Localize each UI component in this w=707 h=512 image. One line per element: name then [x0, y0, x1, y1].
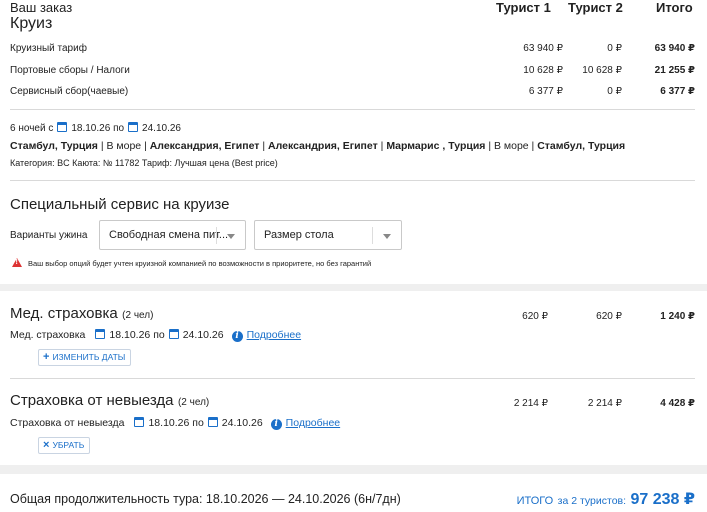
section-title: Круиз	[10, 15, 53, 32]
date-from: 18.10.26	[71, 123, 111, 134]
remove-button[interactable]: × УБРАТЬ	[38, 437, 91, 454]
dinner-select[interactable]: Свободная смена пит...	[99, 220, 246, 250]
row-label: Портовые сборы / Налоги	[10, 65, 130, 76]
row-label: Сервисный сбор(чаевые)	[10, 86, 129, 97]
cancel-title-line: Страховка от невыезда (2 чел)	[10, 392, 209, 410]
date-to: 24.10.26	[142, 123, 181, 134]
info-icon: i	[231, 331, 243, 342]
chevron-down-icon	[227, 234, 235, 239]
calendar-icon	[168, 329, 179, 339]
med-total: 1 240 ₽	[660, 311, 695, 322]
chevron-down-icon	[383, 234, 391, 239]
select-separator	[216, 227, 217, 244]
col-tourist2: Турист 2	[568, 0, 623, 15]
route-port: Стамбул, Турция	[10, 140, 98, 152]
route-separator: |	[528, 140, 538, 152]
close-icon: ×	[43, 439, 50, 451]
row-total: 21 255 ₽	[654, 65, 695, 76]
info-icon: i	[270, 419, 282, 430]
med-t2: 620 ₽	[596, 311, 622, 322]
med-more-link[interactable]: Подробнее	[247, 329, 301, 341]
med-sub-label: Мед. страховка	[10, 329, 86, 341]
med-sub: Мед. страховка 18.10.26 по 24.10.26 i Подроб…	[10, 329, 301, 342]
dinner-label: Варианты ужина	[10, 230, 88, 241]
cancel-title: Страховка от невыезда	[10, 392, 174, 409]
row-total: 63 940 ₽	[654, 43, 695, 54]
row-t2: 10 628 ₽	[582, 65, 622, 76]
grand-total-for: за 2 туристов:	[557, 495, 627, 507]
table-size-value: Размер стола	[264, 229, 334, 241]
route-port: Мармарис , Турция	[386, 140, 486, 152]
nights-text: 6 ночей с	[10, 123, 54, 134]
row-t1: 10 628 ₽	[523, 65, 563, 76]
cancel-date-to: 24.10.26	[221, 417, 263, 429]
remove-label: УБРАТЬ	[52, 440, 85, 450]
row-t1: 63 940 ₽	[523, 43, 563, 54]
cancel-total: 4 428 ₽	[660, 398, 695, 409]
row-t2: 0 ₽	[607, 43, 622, 54]
plus-icon: +	[43, 351, 50, 363]
cancel-sub-label: Страховка от невыезда	[10, 417, 125, 429]
route-port: Александрия, Египет	[268, 140, 378, 152]
divider	[10, 109, 695, 110]
row-t2: 0 ₽	[607, 86, 622, 97]
route-port: Александрия, Египет	[149, 140, 260, 152]
med-date-from: 18.10.26	[109, 329, 151, 341]
med-t1: 620 ₽	[522, 311, 548, 322]
cancel-count: (2 чел)	[177, 397, 210, 408]
cruise-dates: 6 ночей с 18.10.26 по 24.10.26	[10, 122, 181, 134]
order-card: Ваш заказ Турист 1 Турист 2 Итого Круиз …	[0, 0, 707, 284]
table-size-select[interactable]: Размер стола	[254, 220, 402, 250]
route-separator: |	[259, 140, 269, 152]
grand-total-label: ИТОГО	[516, 495, 554, 507]
med-title: Мед. страховка	[10, 305, 118, 322]
route-separator: |	[141, 140, 150, 152]
cruise-details: Категория: BC Каюта: № 11782 Тариф: Лучш…	[10, 158, 278, 168]
cancel-t1: 2 214 ₽	[513, 398, 548, 409]
footer-bar: Общая продолжительность тура: 18.10.2026…	[0, 474, 707, 512]
order-heading: Ваш заказ	[10, 0, 73, 15]
tour-duration: Общая продолжительность тура: 18.10.2026…	[10, 492, 401, 506]
calendar-icon	[95, 329, 106, 339]
to-word: по	[153, 329, 165, 341]
to-word: по	[113, 123, 125, 134]
grand-total-value: 97 238 ₽	[630, 491, 695, 508]
insurance-card: Мед. страховка (2 чел) 620 ₽ 620 ₽ 1 240…	[0, 291, 707, 465]
med-count: (2 чел)	[122, 310, 154, 321]
dinner-select-value: Свободная смена пит...	[109, 229, 229, 241]
row-label: Круизный тариф	[10, 43, 87, 54]
divider	[10, 378, 695, 379]
route-port: В море	[493, 140, 529, 152]
route-separator: |	[485, 140, 494, 152]
route-port: В море	[106, 140, 142, 152]
med-date-to: 24.10.26	[182, 329, 224, 341]
to-word: по	[192, 417, 204, 429]
warning-note: Ваш выбор опций будет учтен круизной ком…	[12, 258, 371, 268]
change-dates-label: ИЗМЕНИТЬ ДАТЫ	[52, 352, 126, 362]
cruise-route: Стамбул, Турция | В море | Александрия, …	[10, 140, 625, 152]
divider	[10, 180, 695, 181]
route-port: Стамбул, Турция	[537, 140, 626, 152]
warning-icon	[12, 258, 22, 267]
cancel-t2: 2 214 ₽	[587, 398, 622, 409]
cancel-date-from: 18.10.26	[148, 417, 190, 429]
col-total: Итого	[656, 0, 693, 15]
grand-total: ИТОГО за 2 туристов: 97 238 ₽	[517, 489, 695, 509]
row-t1: 6 377 ₽	[528, 86, 563, 97]
special-title: Специальный сервис на круизе	[10, 196, 230, 213]
cancel-sub: Страховка от невыезда 18.10.26 по 24.10.26…	[10, 417, 340, 430]
calendar-icon	[57, 122, 68, 132]
calendar-icon	[134, 417, 145, 427]
change-dates-button[interactable]: + ИЗМЕНИТЬ ДАТЫ	[38, 349, 132, 366]
calendar-icon	[128, 122, 139, 132]
cancel-more-link[interactable]: Подробнее	[286, 417, 340, 429]
warning-text: Ваш выбор опций будет учтен круизной ком…	[28, 259, 372, 268]
select-separator	[372, 227, 373, 244]
calendar-icon	[207, 417, 218, 427]
col-tourist1: Турист 1	[496, 0, 551, 15]
med-title-line: Мед. страховка (2 чел)	[10, 305, 153, 323]
row-total: 6 377 ₽	[660, 86, 695, 97]
